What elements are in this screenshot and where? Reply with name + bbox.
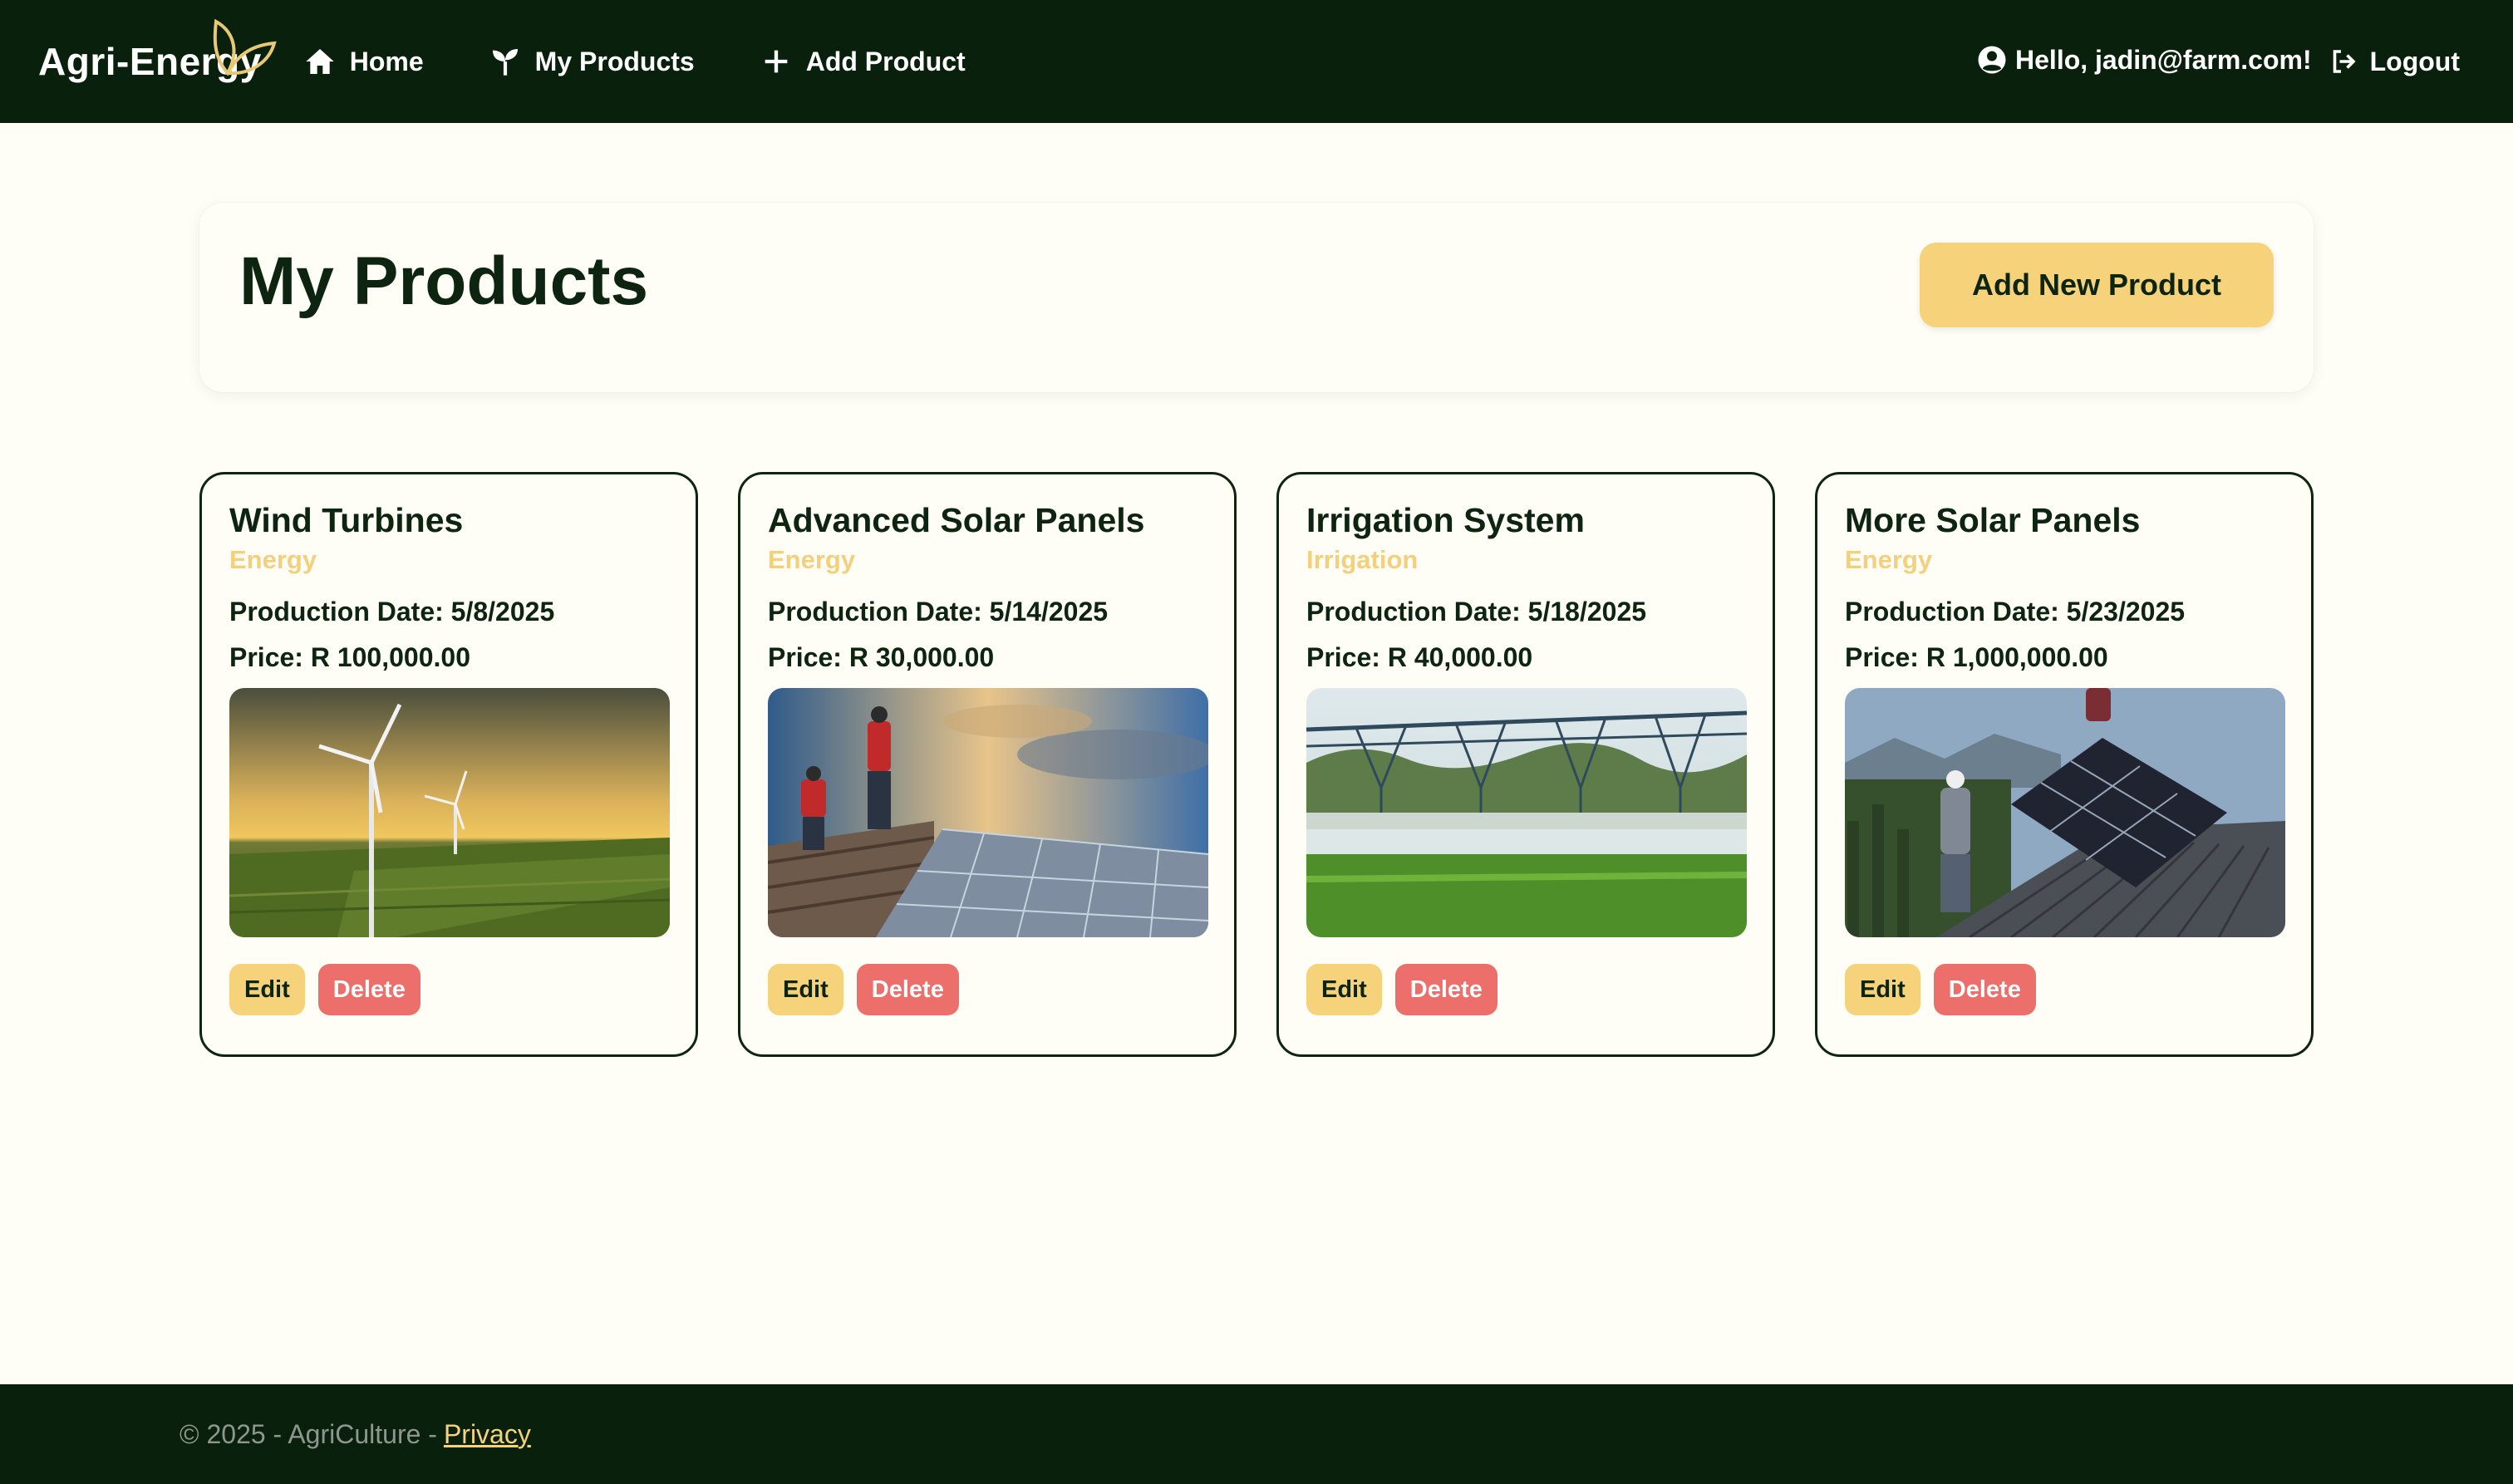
page-header-panel: My Products Add New Product [199,203,2314,392]
logout-label: Logout [2369,46,2460,76]
delete-button[interactable]: Delete [317,964,420,1016]
nav-my-products-label: My Products [534,46,695,76]
roof-solar-photo [1845,688,2285,938]
user-circle-icon [1978,46,2006,74]
leaf-logo-icon [213,18,277,76]
product-production-date: Production Date: 5/23/2025 [1845,597,2186,627]
product-card: More Solar Panels Energy Production Date… [1815,472,2314,1057]
nav-add-product-link[interactable]: Add Product [760,45,966,78]
product-production-date: Production Date: 5/8/2025 [229,597,555,627]
product-card: Wind Turbines Energy Production Date: 5/… [199,472,698,1057]
nav-my-products-link[interactable]: My Products [489,45,695,78]
greeting-text: Hello, jadin@farm.com! [2015,44,2312,75]
product-category: Energy [229,545,317,575]
footer-copyright: © 2025 - AgriCulture - [180,1418,437,1449]
solar-installers-photo [768,688,1208,938]
product-production-date: Production Date: 5/14/2025 [768,597,1109,627]
edit-button[interactable]: Edit [1306,964,1382,1016]
plus-icon [765,50,788,73]
product-title: More Solar Panels [1845,501,2141,539]
nav-user-area: Hello, jadin@farm.com! Logout [1977,45,2475,77]
page-footer: © 2025 - AgriCulture - Privacy [0,1384,2513,1484]
seedling-icon [492,49,518,76]
product-price: Price: R 30,000.00 [768,642,995,673]
edit-button[interactable]: Edit [1845,964,1920,1016]
nav-add-product-label: Add Product [805,46,966,76]
privacy-link[interactable]: Privacy [444,1419,531,1450]
card-actions: Edit Delete [229,964,668,1016]
brand-logo[interactable]: Agri-Energy [38,0,277,123]
product-category: Energy [1845,545,1933,575]
edit-button[interactable]: Edit [768,964,843,1016]
home-icon [306,49,334,74]
logout-icon [2333,50,2356,73]
product-price: Price: R 100,000.00 [229,642,470,673]
card-actions: Edit Delete [1306,964,1745,1016]
logout-button[interactable]: Logout [2329,47,2460,77]
top-navbar: Agri-Energy Home My Products Add Product… [0,0,2513,123]
product-price: Price: R 1,000,000.00 [1845,642,2108,673]
product-price: Price: R 40,000.00 [1306,642,1533,673]
product-category: Irrigation [1306,545,1419,575]
delete-button[interactable]: Delete [1933,964,2036,1016]
page-title: My Products [239,243,649,319]
add-new-product-button[interactable]: Add New Product [1920,243,2274,327]
product-card: Irrigation System Irrigation Production … [1276,472,1775,1057]
product-grid: Wind Turbines Energy Production Date: 5/… [199,472,2314,1057]
product-card: Advanced Solar Panels Energy Production … [738,472,1237,1057]
card-actions: Edit Delete [1845,964,2284,1016]
product-title: Irrigation System [1306,501,1585,539]
wind-turbines-photo [229,688,670,938]
product-title: Wind Turbines [229,501,464,539]
nav-home-label: Home [349,46,424,76]
edit-button[interactable]: Edit [229,964,305,1016]
product-title: Advanced Solar Panels [768,501,1145,539]
delete-button[interactable]: Delete [856,964,959,1016]
pivot-irrigation-photo [1306,688,1747,938]
user-greeting: Hello, jadin@farm.com! [1977,45,2312,76]
product-category: Energy [768,545,856,575]
card-actions: Edit Delete [768,964,1207,1016]
product-production-date: Production Date: 5/18/2025 [1306,597,1647,627]
delete-button[interactable]: Delete [1394,964,1497,1016]
nav-home-link[interactable]: Home [303,45,424,78]
